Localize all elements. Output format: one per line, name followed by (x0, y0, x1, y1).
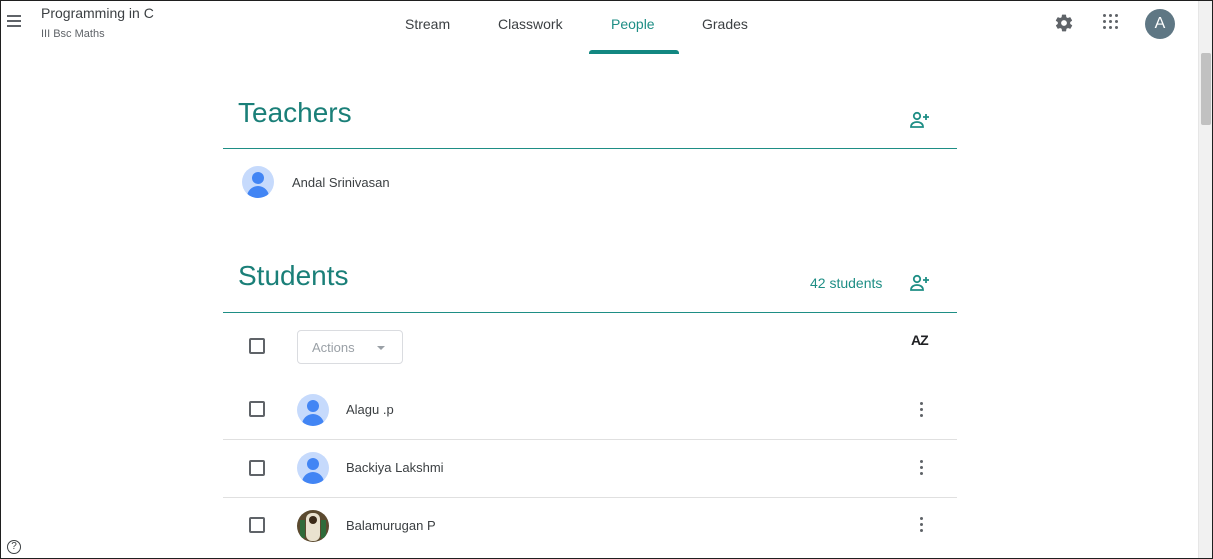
gear-icon[interactable] (1054, 13, 1074, 33)
student-name: Balamurugan P (346, 518, 436, 533)
teachers-divider (223, 148, 957, 149)
students-heading: Students (238, 260, 349, 291)
select-all-checkbox[interactable] (249, 338, 265, 354)
active-tab-indicator (589, 50, 679, 54)
help-icon[interactable]: ? (7, 540, 21, 554)
teachers-heading: Teachers (238, 97, 352, 128)
tab-classwork[interactable]: Classwork (498, 16, 563, 32)
actions-dropdown[interactable]: Actions (297, 330, 403, 364)
student-checkbox[interactable] (249, 517, 265, 533)
teacher-avatar-icon (242, 166, 274, 198)
more-vert-icon[interactable] (918, 402, 924, 420)
more-vert-icon[interactable] (918, 517, 924, 535)
invite-student-icon[interactable] (909, 274, 931, 292)
row-divider (223, 439, 957, 440)
more-vert-icon[interactable] (918, 460, 924, 478)
student-count: 42 students (810, 275, 883, 291)
students-divider (223, 312, 957, 313)
tab-people[interactable]: People (611, 16, 655, 32)
student-checkbox[interactable] (249, 401, 265, 417)
student-name: Alagu .p (346, 402, 394, 417)
student-avatar-icon (297, 452, 329, 484)
student-name: Backiya Lakshmi (346, 460, 444, 475)
tab-bar: Stream Classwork People Grades (1, 1, 1198, 54)
student-photo-avatar (297, 510, 329, 542)
teacher-name: Andal Srinivasan (292, 175, 390, 190)
chevron-down-icon (377, 346, 385, 350)
sort-az-icon[interactable]: AZ (911, 332, 929, 348)
apps-grid-icon[interactable] (1103, 14, 1119, 30)
actions-label: Actions (312, 340, 355, 355)
vertical-scrollbar[interactable] (1198, 1, 1212, 558)
invite-teacher-icon[interactable] (909, 111, 931, 129)
row-divider (223, 497, 957, 498)
scrollbar-thumb[interactable] (1201, 53, 1211, 125)
top-app-bar: Programming in C III Bsc Maths Stream Cl… (1, 1, 1198, 54)
account-avatar[interactable]: A (1145, 9, 1175, 39)
student-avatar-icon (297, 394, 329, 426)
tab-stream[interactable]: Stream (405, 16, 450, 32)
classroom-window: Programming in C III Bsc Maths Stream Cl… (0, 0, 1213, 559)
tab-grades[interactable]: Grades (702, 16, 748, 32)
student-checkbox[interactable] (249, 460, 265, 476)
